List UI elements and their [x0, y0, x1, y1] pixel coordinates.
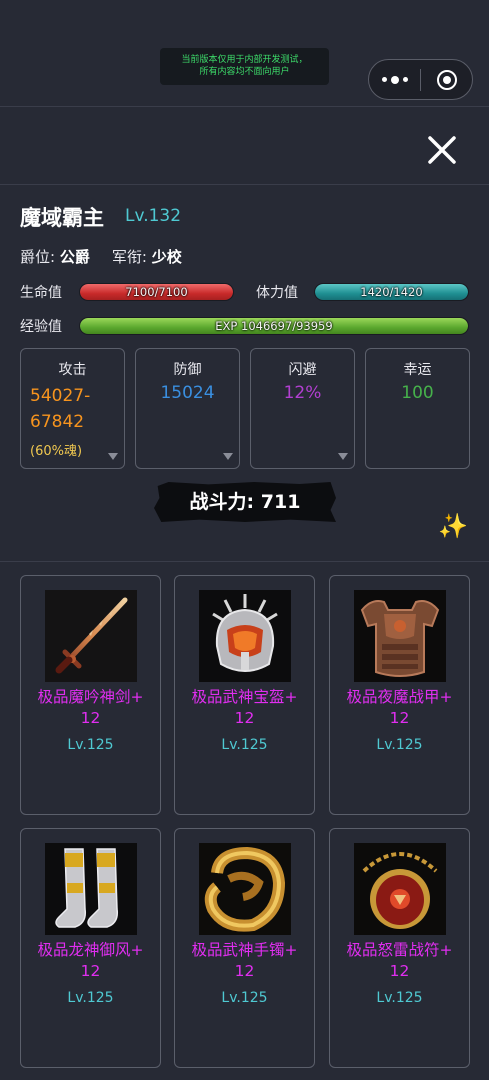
amulet-icon	[354, 843, 446, 935]
equipment-name-line-1: 极品魔吟神剑+	[37, 688, 144, 706]
stamina-bar: 1420/1420	[314, 283, 469, 301]
mini-program-top-bar: 当前版本仅用于内部开发测试， 所有内容均不面向用户	[0, 0, 489, 107]
combat-power-value: 711	[260, 491, 301, 513]
exp-bar: EXP 1046697/93959	[79, 317, 469, 335]
combat-power-label: 战斗力:	[189, 491, 255, 513]
defense-label: 防御	[173, 362, 202, 378]
equipment-name-line-2: 12	[389, 962, 410, 980]
close-button[interactable]	[424, 132, 460, 168]
exp-label: 经验值	[20, 319, 62, 335]
dev-test-notice: 当前版本仅用于内部开发测试， 所有内容均不面向用户	[160, 48, 329, 85]
panel-header	[0, 108, 489, 185]
equipment-name: 极品魔吟神剑+ 12	[25, 687, 156, 729]
stamina-label: 体力值	[256, 285, 298, 301]
attack-soul-percent: (60%魂)	[30, 444, 83, 459]
rank-value: 少校	[151, 248, 182, 266]
combat-power-badge: 战斗力: 711	[154, 482, 336, 522]
defense-value: 15024	[160, 383, 215, 403]
equipment-name-line-1: 极品怒雷战符+	[346, 941, 453, 959]
more-button[interactable]	[369, 60, 420, 99]
luck-value: 100	[401, 383, 434, 403]
stamina-bar-text: 1420/1420	[360, 285, 423, 299]
title-value: 公爵	[59, 248, 90, 266]
attack-value-line-2: 67842	[30, 412, 85, 432]
equipment-card[interactable]: 极品怒雷战符+ 12 Lv.125	[329, 828, 470, 1068]
title-rank-row: 爵位: 公爵 军衔: 少校	[20, 246, 182, 267]
attack-value-line-1: 54027-	[30, 386, 91, 406]
equipment-name-line-1: 极品武神手镯+	[191, 941, 298, 959]
notice-line-2: 所有内容均不面向用户	[199, 67, 290, 77]
sword-icon	[45, 590, 137, 682]
boots-icon	[45, 843, 137, 935]
luck-label: 幸运	[403, 362, 432, 378]
caret-down-icon	[223, 453, 233, 460]
menu-capsule	[368, 59, 473, 100]
title-label: 爵位:	[20, 248, 56, 266]
notice-line-1: 当前版本仅用于内部开发测试，	[181, 55, 308, 65]
hp-bar: 7100/7100	[79, 283, 234, 301]
equipment-name: 极品怒雷战符+ 12	[334, 940, 465, 982]
more-dots-icon	[381, 75, 408, 84]
equipment-name-line-2: 12	[80, 962, 101, 980]
hp-bar-text: 7100/7100	[125, 285, 188, 299]
dodge-label: 闪避	[288, 362, 317, 378]
equipment-name: 极品夜魔战甲+ 12	[334, 687, 465, 729]
exp-bar-text: EXP 1046697/93959	[215, 319, 333, 333]
close-x-icon	[428, 136, 456, 164]
equipment-card[interactable]: 极品夜魔战甲+ 12 Lv.125	[329, 575, 470, 815]
target-circle-icon	[436, 69, 457, 90]
character-name: 魔域霸主	[20, 206, 104, 230]
equipment-name: 极品武神宝盔+ 12	[179, 687, 310, 729]
equipment-name: 极品龙神御风+ 12	[25, 940, 156, 982]
equipment-name-line-1: 极品夜魔战甲+	[346, 688, 453, 706]
hp-label: 生命值	[20, 285, 62, 301]
stat-card-attack[interactable]: 攻击 54027- 67842 (60%魂)	[20, 348, 125, 469]
equipment-card[interactable]: 极品武神手镯+ 12 Lv.125	[174, 828, 315, 1068]
equipment-grid: 极品魔吟神剑+ 12 Lv.125 极品武神宝盔+ 12 Lv.125 极品夜魔…	[0, 562, 489, 1080]
equipment-name-line-2: 12	[234, 962, 255, 980]
dodge-value: 12%	[283, 383, 322, 403]
equipment-card[interactable]: 极品魔吟神剑+ 12 Lv.125	[20, 575, 161, 815]
equipment-level: Lv.125	[376, 737, 423, 753]
equipment-level: Lv.125	[221, 737, 268, 753]
attack-value: 54027- 67842	[30, 383, 90, 435]
sparkles-icon[interactable]: ✨	[438, 512, 468, 540]
rank-label: 军衔:	[111, 248, 147, 266]
equipment-level: Lv.125	[67, 737, 114, 753]
equipment-card[interactable]: 极品龙神御风+ 12 Lv.125	[20, 828, 161, 1068]
exit-mini-program-button[interactable]	[421, 60, 472, 99]
attack-label: 攻击	[58, 362, 87, 378]
stat-card-defense[interactable]: 防御 15024	[135, 348, 240, 469]
equipment-level: Lv.125	[221, 990, 268, 1006]
character-level: Lv.132	[125, 206, 182, 226]
equipment-name-line-1: 极品龙神御风+	[37, 941, 144, 959]
equipment-name-line-2: 12	[389, 709, 410, 727]
equipment-card[interactable]: 极品武神宝盔+ 12 Lv.125	[174, 575, 315, 815]
equipment-level: Lv.125	[67, 990, 114, 1006]
armor-icon	[354, 590, 446, 682]
caret-down-icon	[338, 453, 348, 460]
helmet-icon	[199, 590, 291, 682]
equipment-name: 极品武神手镯+ 12	[179, 940, 310, 982]
equipment-name-line-1: 极品武神宝盔+	[191, 688, 298, 706]
equipment-name-line-2: 12	[80, 709, 101, 727]
equipment-name-line-2: 12	[234, 709, 255, 727]
bracelet-icon	[199, 843, 291, 935]
equipment-level: Lv.125	[376, 990, 423, 1006]
stat-card-luck: 幸运 100	[365, 348, 470, 469]
caret-down-icon	[108, 453, 118, 460]
character-panel: 魔域霸主 Lv.132 爵位: 公爵 军衔: 少校 生命值 7100/7100 体…	[0, 186, 489, 562]
stat-card-dodge[interactable]: 闪避 12%	[250, 348, 355, 469]
